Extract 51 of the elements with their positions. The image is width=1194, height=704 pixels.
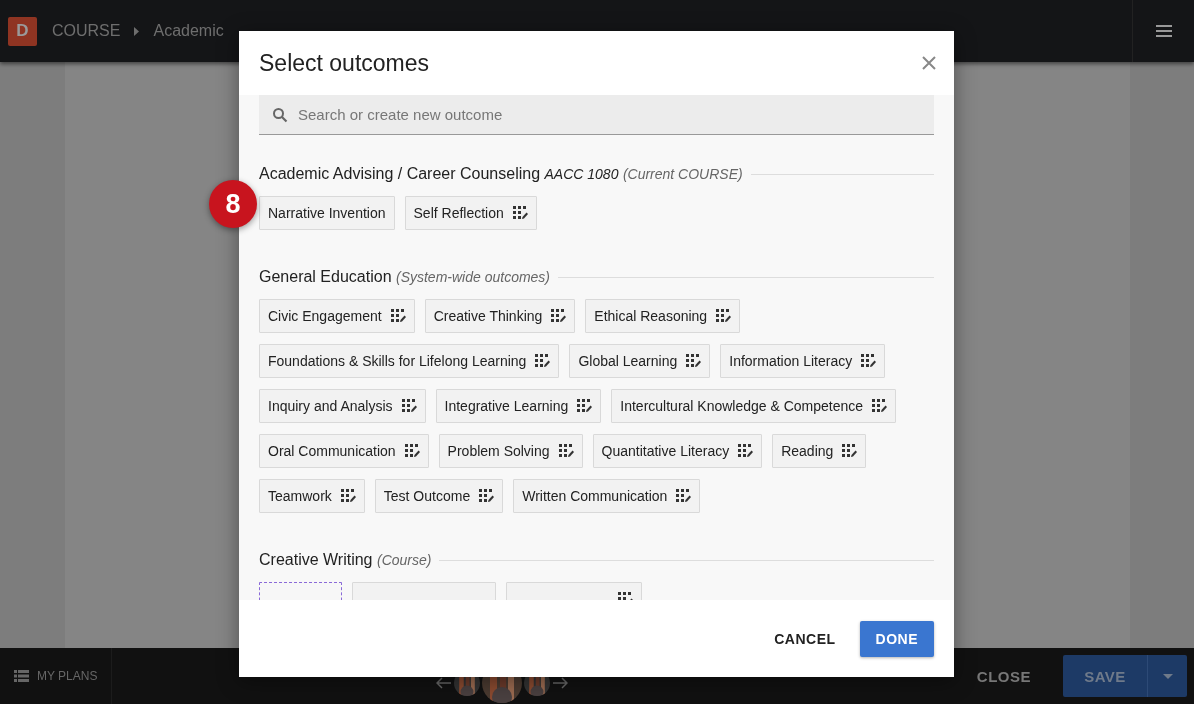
outcome-chip[interactable]: Foundations & Skills for Lifelong Learning: [259, 344, 560, 378]
grid-pencil-icon: [340, 489, 356, 503]
arrow-left-icon[interactable]: [435, 677, 452, 689]
outcome-chip[interactable]: Problem Solving: [438, 434, 583, 468]
outcome-chip[interactable]: Written Communication: [513, 479, 701, 513]
search-field[interactable]: Search or create new outcome: [259, 95, 934, 135]
grid-pencil-icon: [738, 444, 754, 458]
breadcrumb-item: Academic: [153, 22, 224, 40]
outcome-chip[interactable]: Civic Engagement: [259, 299, 415, 333]
outcome-chip[interactable]: Integrative Learning: [435, 389, 602, 423]
grid-pencil-icon: [842, 444, 858, 458]
section-heading: Academic Advising / Career Counseling AACC 1080 (Current COURSE): [259, 165, 743, 183]
grid-pencil-icon: [861, 354, 877, 368]
cancel-button[interactable]: CANCEL: [758, 620, 852, 657]
grid-pencil-icon: [551, 309, 567, 323]
list-icon: [14, 670, 29, 682]
grid-pencil-icon: [558, 444, 574, 458]
grid-pencil-icon: [404, 444, 420, 458]
close-icon[interactable]: [921, 55, 937, 71]
grid-pencil-icon: [535, 354, 551, 368]
outcome-chip[interactable]: Reading: [772, 434, 867, 468]
done-button[interactable]: DONE: [859, 620, 934, 657]
close-button[interactable]: CLOSE: [970, 666, 1037, 686]
grid-pencil-icon: [676, 489, 692, 503]
outcome-chip[interactable]: Teamwork: [259, 479, 365, 513]
outcome-chip[interactable]: Global Learning: [569, 344, 711, 378]
breadcrumb-link[interactable]: COURSE: [52, 22, 121, 40]
outcome-chip[interactable]: Inquiry and Analysis: [259, 389, 426, 423]
outcome-chip[interactable]: Narrative Invention: [259, 196, 395, 230]
outcome-chip[interactable]: Intercultural Knowledge & Competence: [611, 389, 897, 423]
outcome-chip[interactable]: Oral Communication: [259, 434, 429, 468]
outcome-chip[interactable]: Quantitative Literacy: [592, 434, 763, 468]
grid-pencil-icon: [577, 399, 593, 413]
outcome-chip[interactable]: Creative Thinking: [424, 299, 576, 333]
outcome-chip[interactable]: Test Outcome: [374, 479, 504, 513]
section-heading: Creative Writing (Course): [259, 551, 432, 569]
outcome-chip[interactable]: Self Reflection: [404, 196, 537, 230]
outcome-chip[interactable]: Information Literacy: [720, 344, 886, 378]
arrow-right-icon[interactable]: [551, 677, 568, 689]
dialog-title: Select outcomes: [259, 49, 430, 77]
grid-pencil-icon: [686, 354, 702, 368]
menu-icon[interactable]: [1155, 25, 1172, 37]
grid-pencil-icon: [479, 489, 495, 503]
grid-pencil-icon: [401, 399, 417, 413]
grid-pencil-icon: [872, 399, 888, 413]
grid-pencil-icon: [390, 309, 406, 323]
grid-pencil-icon: [512, 206, 528, 220]
section-heading: General Education (System-wide outcomes): [259, 268, 551, 286]
grid-pencil-icon: [716, 309, 732, 323]
caret-icon: [134, 26, 140, 36]
outcome-chip[interactable]: Ethical Reasoning: [585, 299, 741, 333]
